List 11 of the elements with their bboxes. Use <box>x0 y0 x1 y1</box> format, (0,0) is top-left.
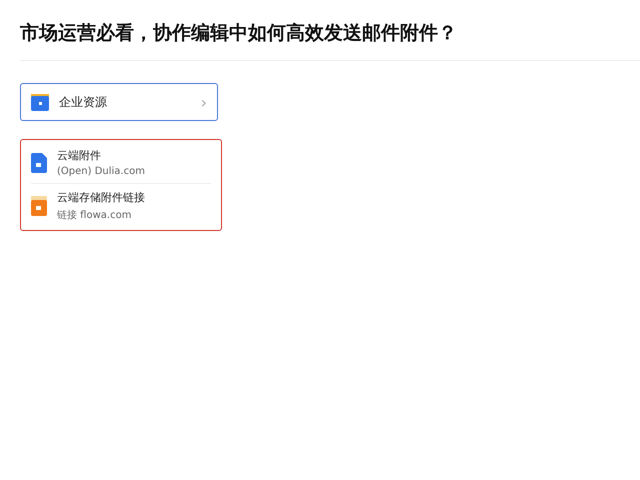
attachment-name: 云端存储附件链接 <box>57 190 145 205</box>
card-label: 企业资源 <box>59 94 108 110</box>
attachment-detail: (Open) Dulia.com <box>57 166 145 177</box>
document-icon <box>31 152 47 172</box>
box-icon <box>31 196 47 216</box>
article-title: 市场运营必看，协作编辑中如何高效发送邮件附件？ <box>20 20 640 61</box>
folder-icon <box>31 93 49 111</box>
attachment-name: 云端附件 <box>57 148 102 163</box>
attachment-detail: 链接 flowa.com <box>57 208 132 222</box>
chevron-icon: › <box>200 92 207 112</box>
resource-card[interactable]: 企业资源 › <box>20 83 218 121</box>
